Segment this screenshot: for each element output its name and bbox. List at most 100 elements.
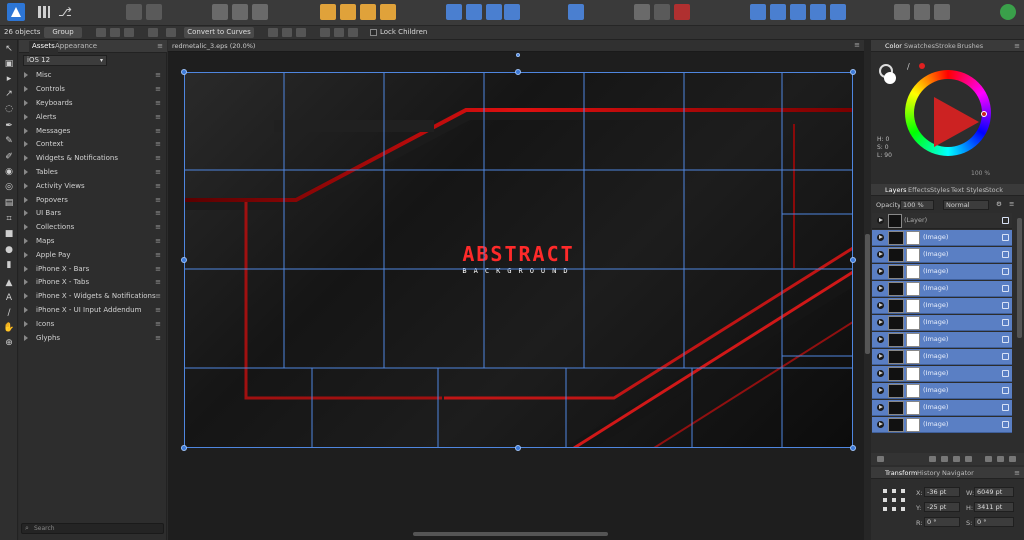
layer-row[interactable]: (Image) bbox=[872, 332, 1012, 348]
persona-pixel-icon[interactable] bbox=[126, 4, 142, 20]
fill-tool-icon[interactable]: ◉ bbox=[3, 167, 15, 178]
tab-effects[interactable]: Effects bbox=[908, 186, 930, 194]
resize-handle-top[interactable] bbox=[515, 69, 521, 75]
layer-opacity-field[interactable]: 100 % bbox=[900, 200, 934, 210]
zoom-tool-icon[interactable]: ⊕ bbox=[3, 338, 15, 349]
arrange-front-icon[interactable] bbox=[380, 4, 396, 20]
resize-handle-bottom[interactable] bbox=[515, 445, 521, 451]
brush-tool-icon[interactable]: ✐ bbox=[3, 152, 15, 163]
canvas-area[interactable]: redmetalic_3.eps (20.0%) ≡ ABSTRACT BACK… bbox=[168, 40, 864, 540]
grid-icon[interactable] bbox=[38, 6, 50, 18]
tab-brushes[interactable]: Brushes bbox=[957, 42, 983, 50]
add-icon[interactable] bbox=[750, 4, 766, 20]
row-menu-icon[interactable]: ≡ bbox=[155, 292, 161, 300]
move-tool-icon[interactable]: ↖ bbox=[3, 44, 15, 55]
row-menu-icon[interactable]: ≡ bbox=[155, 182, 161, 190]
gear-icon[interactable]: ⚙ bbox=[996, 200, 1002, 208]
asset-search-input[interactable]: ⌕ Search bbox=[21, 523, 164, 534]
row-menu-icon[interactable]: ≡ bbox=[155, 251, 161, 259]
eyedropper-icon[interactable]: ∕ bbox=[907, 62, 910, 71]
asset-category-row[interactable]: Maps ≡ bbox=[19, 235, 165, 248]
row-menu-icon[interactable]: ≡ bbox=[155, 168, 161, 176]
divide-icon[interactable] bbox=[830, 4, 846, 20]
asset-category-row[interactable]: Activity Views ≡ bbox=[19, 180, 165, 193]
xor-icon[interactable] bbox=[810, 4, 826, 20]
layer-row-parent[interactable]: (Layer) bbox=[872, 213, 1012, 229]
vertical-scroll-thumb[interactable] bbox=[865, 234, 870, 354]
visibility-checkbox[interactable] bbox=[1002, 268, 1009, 275]
share-icon[interactable]: ⎇ bbox=[58, 5, 72, 19]
expand-icon[interactable] bbox=[877, 217, 884, 224]
asset-category-row[interactable]: Misc ≡ bbox=[19, 69, 165, 82]
align-left-icon[interactable] bbox=[268, 28, 278, 37]
row-menu-icon[interactable]: ≡ bbox=[155, 127, 161, 135]
expand-icon[interactable] bbox=[877, 404, 884, 411]
height-field[interactable]: 3411 pt bbox=[974, 502, 1014, 512]
recent-color-swatch[interactable] bbox=[919, 63, 925, 69]
width-field[interactable]: 6049 pt bbox=[974, 487, 1014, 497]
row-menu-icon[interactable]: ≡ bbox=[155, 154, 161, 162]
arrange-back-icon[interactable] bbox=[320, 4, 336, 20]
asset-category-row[interactable]: iPhone X - Widgets & Notifications ≡ bbox=[19, 290, 165, 303]
tab-stock[interactable]: Stock bbox=[985, 186, 1003, 194]
rotate-left-icon[interactable] bbox=[486, 4, 502, 20]
triangle-tool-icon[interactable]: ▲ bbox=[3, 278, 15, 289]
panel-menu-icon[interactable]: ≡ bbox=[1014, 42, 1020, 50]
rotate-right-icon[interactable] bbox=[504, 4, 520, 20]
expand-icon[interactable] bbox=[877, 319, 884, 326]
visibility-checkbox[interactable] bbox=[1002, 370, 1009, 377]
color-wheel[interactable] bbox=[905, 70, 991, 156]
visibility-checkbox[interactable] bbox=[1002, 217, 1009, 224]
asset-category-row[interactable]: Collections ≡ bbox=[19, 221, 165, 234]
lock-children-checkbox[interactable] bbox=[370, 29, 377, 36]
transform-icon[interactable] bbox=[166, 28, 176, 37]
tab-swatches[interactable]: Swatches bbox=[904, 42, 935, 50]
tab-stroke[interactable]: Stroke bbox=[935, 42, 956, 50]
row-menu-icon[interactable]: ≡ bbox=[155, 196, 161, 204]
visibility-checkbox[interactable] bbox=[1002, 336, 1009, 343]
snap-icon[interactable] bbox=[212, 4, 228, 20]
asset-category-row[interactable]: Glyphs ≡ bbox=[19, 332, 165, 345]
asset-category-row[interactable]: Alerts ≡ bbox=[19, 111, 165, 124]
layer-row[interactable]: (Image) bbox=[872, 264, 1012, 280]
asset-category-row[interactable]: Keyboards ≡ bbox=[19, 97, 165, 110]
layer-row[interactable]: (Image) bbox=[872, 247, 1012, 263]
visibility-checkbox[interactable] bbox=[1002, 285, 1009, 292]
snap-options-icon[interactable] bbox=[252, 4, 268, 20]
corner-tool-icon[interactable]: ◌ bbox=[3, 104, 15, 115]
asset-category-select[interactable]: iOS 12 ▾ bbox=[23, 55, 107, 66]
align-icon[interactable] bbox=[568, 4, 584, 20]
asset-category-row[interactable]: UI Bars ≡ bbox=[19, 207, 165, 220]
align-bottom-icon[interactable] bbox=[348, 28, 358, 37]
close-icon[interactable]: ≡ bbox=[854, 41, 860, 49]
visibility-checkbox[interactable] bbox=[1002, 387, 1009, 394]
asset-category-row[interactable]: Context ≡ bbox=[19, 138, 165, 151]
group-button[interactable]: Group bbox=[44, 27, 82, 38]
insert-behind-icon[interactable] bbox=[914, 4, 930, 20]
tab-navigator[interactable]: Navigator bbox=[942, 469, 974, 477]
arrange-forward-icon[interactable] bbox=[360, 4, 376, 20]
adjustment-icon[interactable] bbox=[941, 456, 948, 462]
anchor-point-selector[interactable] bbox=[883, 489, 905, 511]
align-hcenter-icon[interactable] bbox=[282, 28, 292, 37]
expand-icon[interactable] bbox=[877, 370, 884, 377]
panel-menu-icon[interactable]: ≡ bbox=[1014, 469, 1020, 477]
expand-icon[interactable] bbox=[877, 285, 884, 292]
intersect-icon[interactable] bbox=[790, 4, 806, 20]
color-picker-icon[interactable]: ∕ bbox=[3, 308, 15, 319]
panel-menu-icon[interactable]: ≡ bbox=[1009, 200, 1014, 208]
align-vcenter-icon[interactable] bbox=[334, 28, 344, 37]
asset-category-row[interactable]: iPhone X - UI Input Addendum ≡ bbox=[19, 304, 165, 317]
x-position-field[interactable]: -36 pt bbox=[924, 487, 960, 497]
visibility-checkbox[interactable] bbox=[1002, 302, 1009, 309]
place-image-icon[interactable]: ▤ bbox=[3, 198, 15, 209]
color-opacity[interactable]: 100 % bbox=[971, 170, 990, 177]
rounded-rect-tool-icon[interactable]: ▮ bbox=[3, 260, 15, 271]
artboard-tool-icon[interactable]: ▣ bbox=[3, 59, 15, 70]
asset-category-row[interactable]: Widgets & Notifications ≡ bbox=[19, 152, 165, 165]
rectangle-tool-icon[interactable]: ■ bbox=[3, 229, 15, 240]
ellipse-tool-icon[interactable]: ● bbox=[3, 245, 15, 256]
distribute-icon[interactable] bbox=[124, 28, 134, 37]
transform-origin-icon[interactable] bbox=[634, 4, 650, 20]
crop-icon[interactable] bbox=[148, 28, 158, 37]
